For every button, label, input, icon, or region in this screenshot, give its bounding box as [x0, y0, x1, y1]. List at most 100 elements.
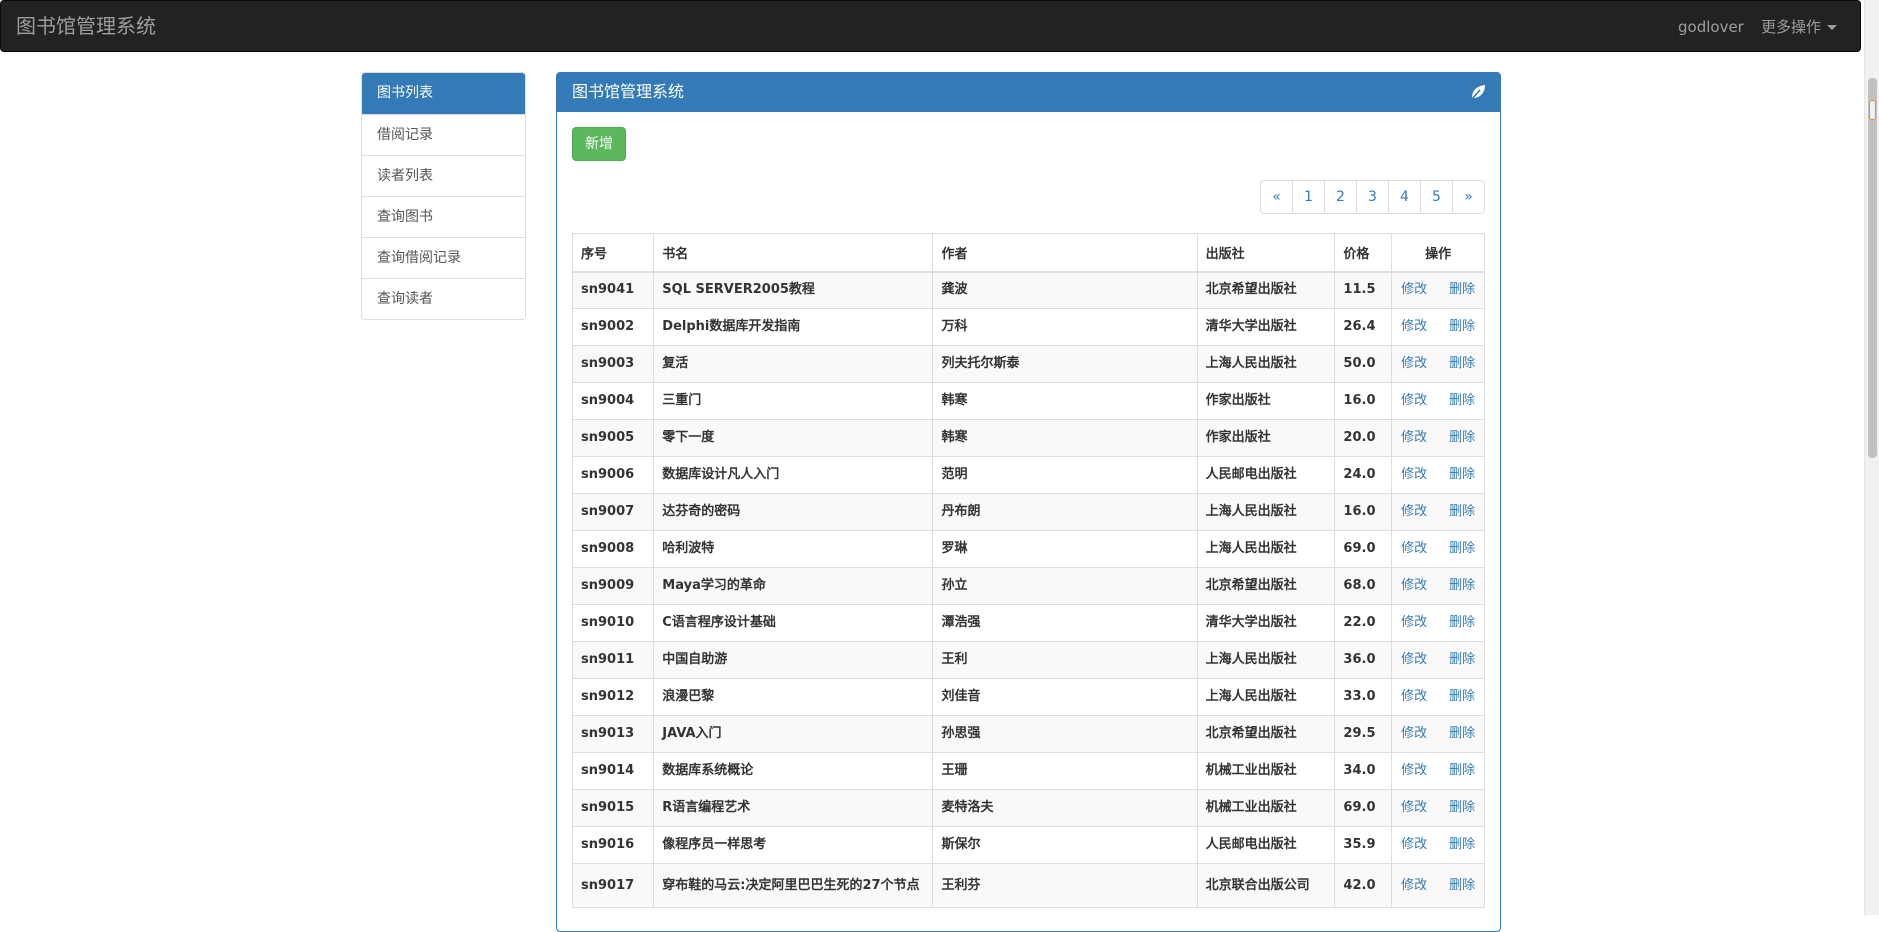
table-header-row: 序号 书名 作者 出版社 价格 操作: [571, 233, 1485, 273]
row-actions-cell: 修改 删除: [1391, 641, 1485, 679]
book-author-cell: 范明: [932, 456, 1198, 494]
book-author-cell: 麦特洛夫: [932, 789, 1198, 827]
delete-link[interactable]: 删除: [1449, 356, 1475, 371]
book-publisher-cell: 清华大学出版社: [1196, 308, 1336, 346]
column-header: 书名: [653, 233, 934, 273]
book-title-cell: 像程序员一样思考: [653, 826, 934, 864]
page-number-link[interactable]: 3: [1356, 180, 1389, 214]
book-id-cell: sn9011: [571, 641, 655, 679]
book-author-cell: 王珊: [932, 752, 1198, 790]
page-number-link[interactable]: 1: [1292, 180, 1325, 214]
book-author-cell: 潭浩强: [932, 604, 1198, 642]
edit-link[interactable]: 修改: [1401, 393, 1427, 408]
delete-link[interactable]: 删除: [1449, 541, 1475, 556]
delete-link[interactable]: 删除: [1449, 578, 1475, 593]
book-price-cell: 50.0: [1334, 345, 1393, 383]
delete-link[interactable]: 删除: [1449, 726, 1475, 741]
delete-link[interactable]: 删除: [1449, 430, 1475, 445]
book-price-cell: 69.0: [1334, 530, 1393, 568]
delete-link[interactable]: 删除: [1449, 504, 1475, 519]
user-menu[interactable]: godlover: [1678, 18, 1744, 36]
top-navbar: 图书馆管理系统 godlover 更多操作: [0, 0, 1861, 52]
row-actions-cell: 修改 删除: [1391, 493, 1485, 531]
row-actions-cell: 修改 删除: [1391, 752, 1485, 790]
table-row: sn9013 JAVA入门 孙思强 北京希望出版社 29.5 修改 删除: [571, 715, 1485, 753]
edit-link[interactable]: 修改: [1401, 800, 1427, 815]
delete-link[interactable]: 删除: [1449, 319, 1475, 334]
edit-link[interactable]: 修改: [1401, 282, 1427, 297]
book-title-cell: R语言编程艺术: [653, 789, 934, 827]
book-title-cell: 零下一度: [653, 419, 934, 457]
row-actions-cell: 修改 删除: [1391, 345, 1485, 383]
row-actions-cell: 修改 删除: [1391, 308, 1485, 346]
edit-link[interactable]: 修改: [1401, 467, 1427, 482]
book-author-cell: 斯保尔: [932, 826, 1198, 864]
edit-link[interactable]: 修改: [1401, 319, 1427, 334]
table-row: sn9004 三重门 韩寒 作家出版社 16.0 修改 删除: [571, 382, 1485, 420]
book-title-cell: JAVA入门: [653, 715, 934, 753]
book-title-cell: 数据库系统概论: [653, 752, 934, 790]
delete-link[interactable]: 删除: [1449, 282, 1475, 297]
sidebar-item[interactable]: 查询借阅记录: [362, 237, 525, 278]
book-author-cell: 韩寒: [932, 419, 1198, 457]
more-actions-dropdown[interactable]: 更多操作: [1761, 18, 1838, 36]
book-id-cell: sn9013: [571, 715, 655, 753]
table-row: sn9005 零下一度 韩寒 作家出版社 20.0 修改 删除: [571, 419, 1485, 457]
edit-link[interactable]: 修改: [1401, 837, 1427, 852]
row-actions-cell: 修改 删除: [1391, 789, 1485, 827]
page-number-link[interactable]: 5: [1420, 180, 1453, 214]
book-publisher-cell: 上海人民出版社: [1196, 641, 1336, 679]
page-next-link[interactable]: »: [1452, 180, 1485, 214]
book-title-cell: 复活: [653, 345, 934, 383]
edit-link[interactable]: 修改: [1401, 504, 1427, 519]
book-author-cell: 万科: [932, 308, 1198, 346]
book-author-cell: 孙立: [932, 567, 1198, 605]
brand-title[interactable]: 图书馆管理系统: [16, 15, 156, 37]
edit-link[interactable]: 修改: [1401, 578, 1427, 593]
edit-link[interactable]: 修改: [1401, 652, 1427, 667]
delete-link[interactable]: 删除: [1449, 393, 1475, 408]
sidebar-item[interactable]: 借阅记录: [362, 114, 525, 155]
book-publisher-cell: 人民邮电出版社: [1196, 826, 1336, 864]
book-publisher-cell: 清华大学出版社: [1196, 604, 1336, 642]
edit-link[interactable]: 修改: [1401, 615, 1427, 630]
scrollbar-thumb[interactable]: [1868, 78, 1877, 458]
column-header: 序号: [571, 233, 655, 273]
book-title-cell: 浪漫巴黎: [653, 678, 934, 716]
delete-link[interactable]: 删除: [1449, 763, 1475, 778]
book-title-cell: 三重门: [653, 382, 934, 420]
vertical-scrollbar[interactable]: [1864, 0, 1879, 915]
book-author-cell: 龚波: [932, 271, 1198, 309]
sidebar-item[interactable]: 查询图书: [362, 196, 525, 237]
sidebar-item[interactable]: 查询读者: [362, 278, 525, 319]
edit-link[interactable]: 修改: [1401, 763, 1427, 778]
edit-link[interactable]: 修改: [1401, 430, 1427, 445]
delete-link[interactable]: 删除: [1449, 878, 1475, 893]
book-publisher-cell: 北京希望出版社: [1196, 567, 1336, 605]
delete-link[interactable]: 删除: [1449, 615, 1475, 630]
sidebar-item[interactable]: 图书列表: [362, 73, 525, 114]
page-number-link[interactable]: 4: [1388, 180, 1421, 214]
table-row: sn9011 中国自助游 王利 上海人民出版社 36.0 修改 删除: [571, 641, 1485, 679]
edit-link[interactable]: 修改: [1401, 689, 1427, 704]
row-actions-cell: 修改 删除: [1391, 715, 1485, 753]
edit-link[interactable]: 修改: [1401, 726, 1427, 741]
book-price-cell: 24.0: [1334, 456, 1393, 494]
book-publisher-cell: 上海人民出版社: [1196, 530, 1336, 568]
delete-link[interactable]: 删除: [1449, 467, 1475, 482]
edit-link[interactable]: 修改: [1401, 541, 1427, 556]
panel-title: 图书馆管理系统: [572, 82, 685, 101]
sidebar-item[interactable]: 读者列表: [362, 155, 525, 196]
edit-link[interactable]: 修改: [1401, 356, 1427, 371]
delete-link[interactable]: 删除: [1449, 837, 1475, 852]
page-number-link[interactable]: 2: [1324, 180, 1357, 214]
row-actions-cell: 修改 删除: [1391, 382, 1485, 420]
page-prev-link[interactable]: «: [1260, 180, 1293, 214]
edit-link[interactable]: 修改: [1401, 878, 1427, 893]
book-publisher-cell: 机械工业出版社: [1196, 789, 1336, 827]
add-book-button[interactable]: 新增: [572, 127, 626, 161]
delete-link[interactable]: 删除: [1449, 800, 1475, 815]
table-row: sn9007 达芬奇的密码 丹布朗 上海人民出版社 16.0 修改 删除: [571, 493, 1485, 531]
delete-link[interactable]: 删除: [1449, 689, 1475, 704]
delete-link[interactable]: 删除: [1449, 652, 1475, 667]
